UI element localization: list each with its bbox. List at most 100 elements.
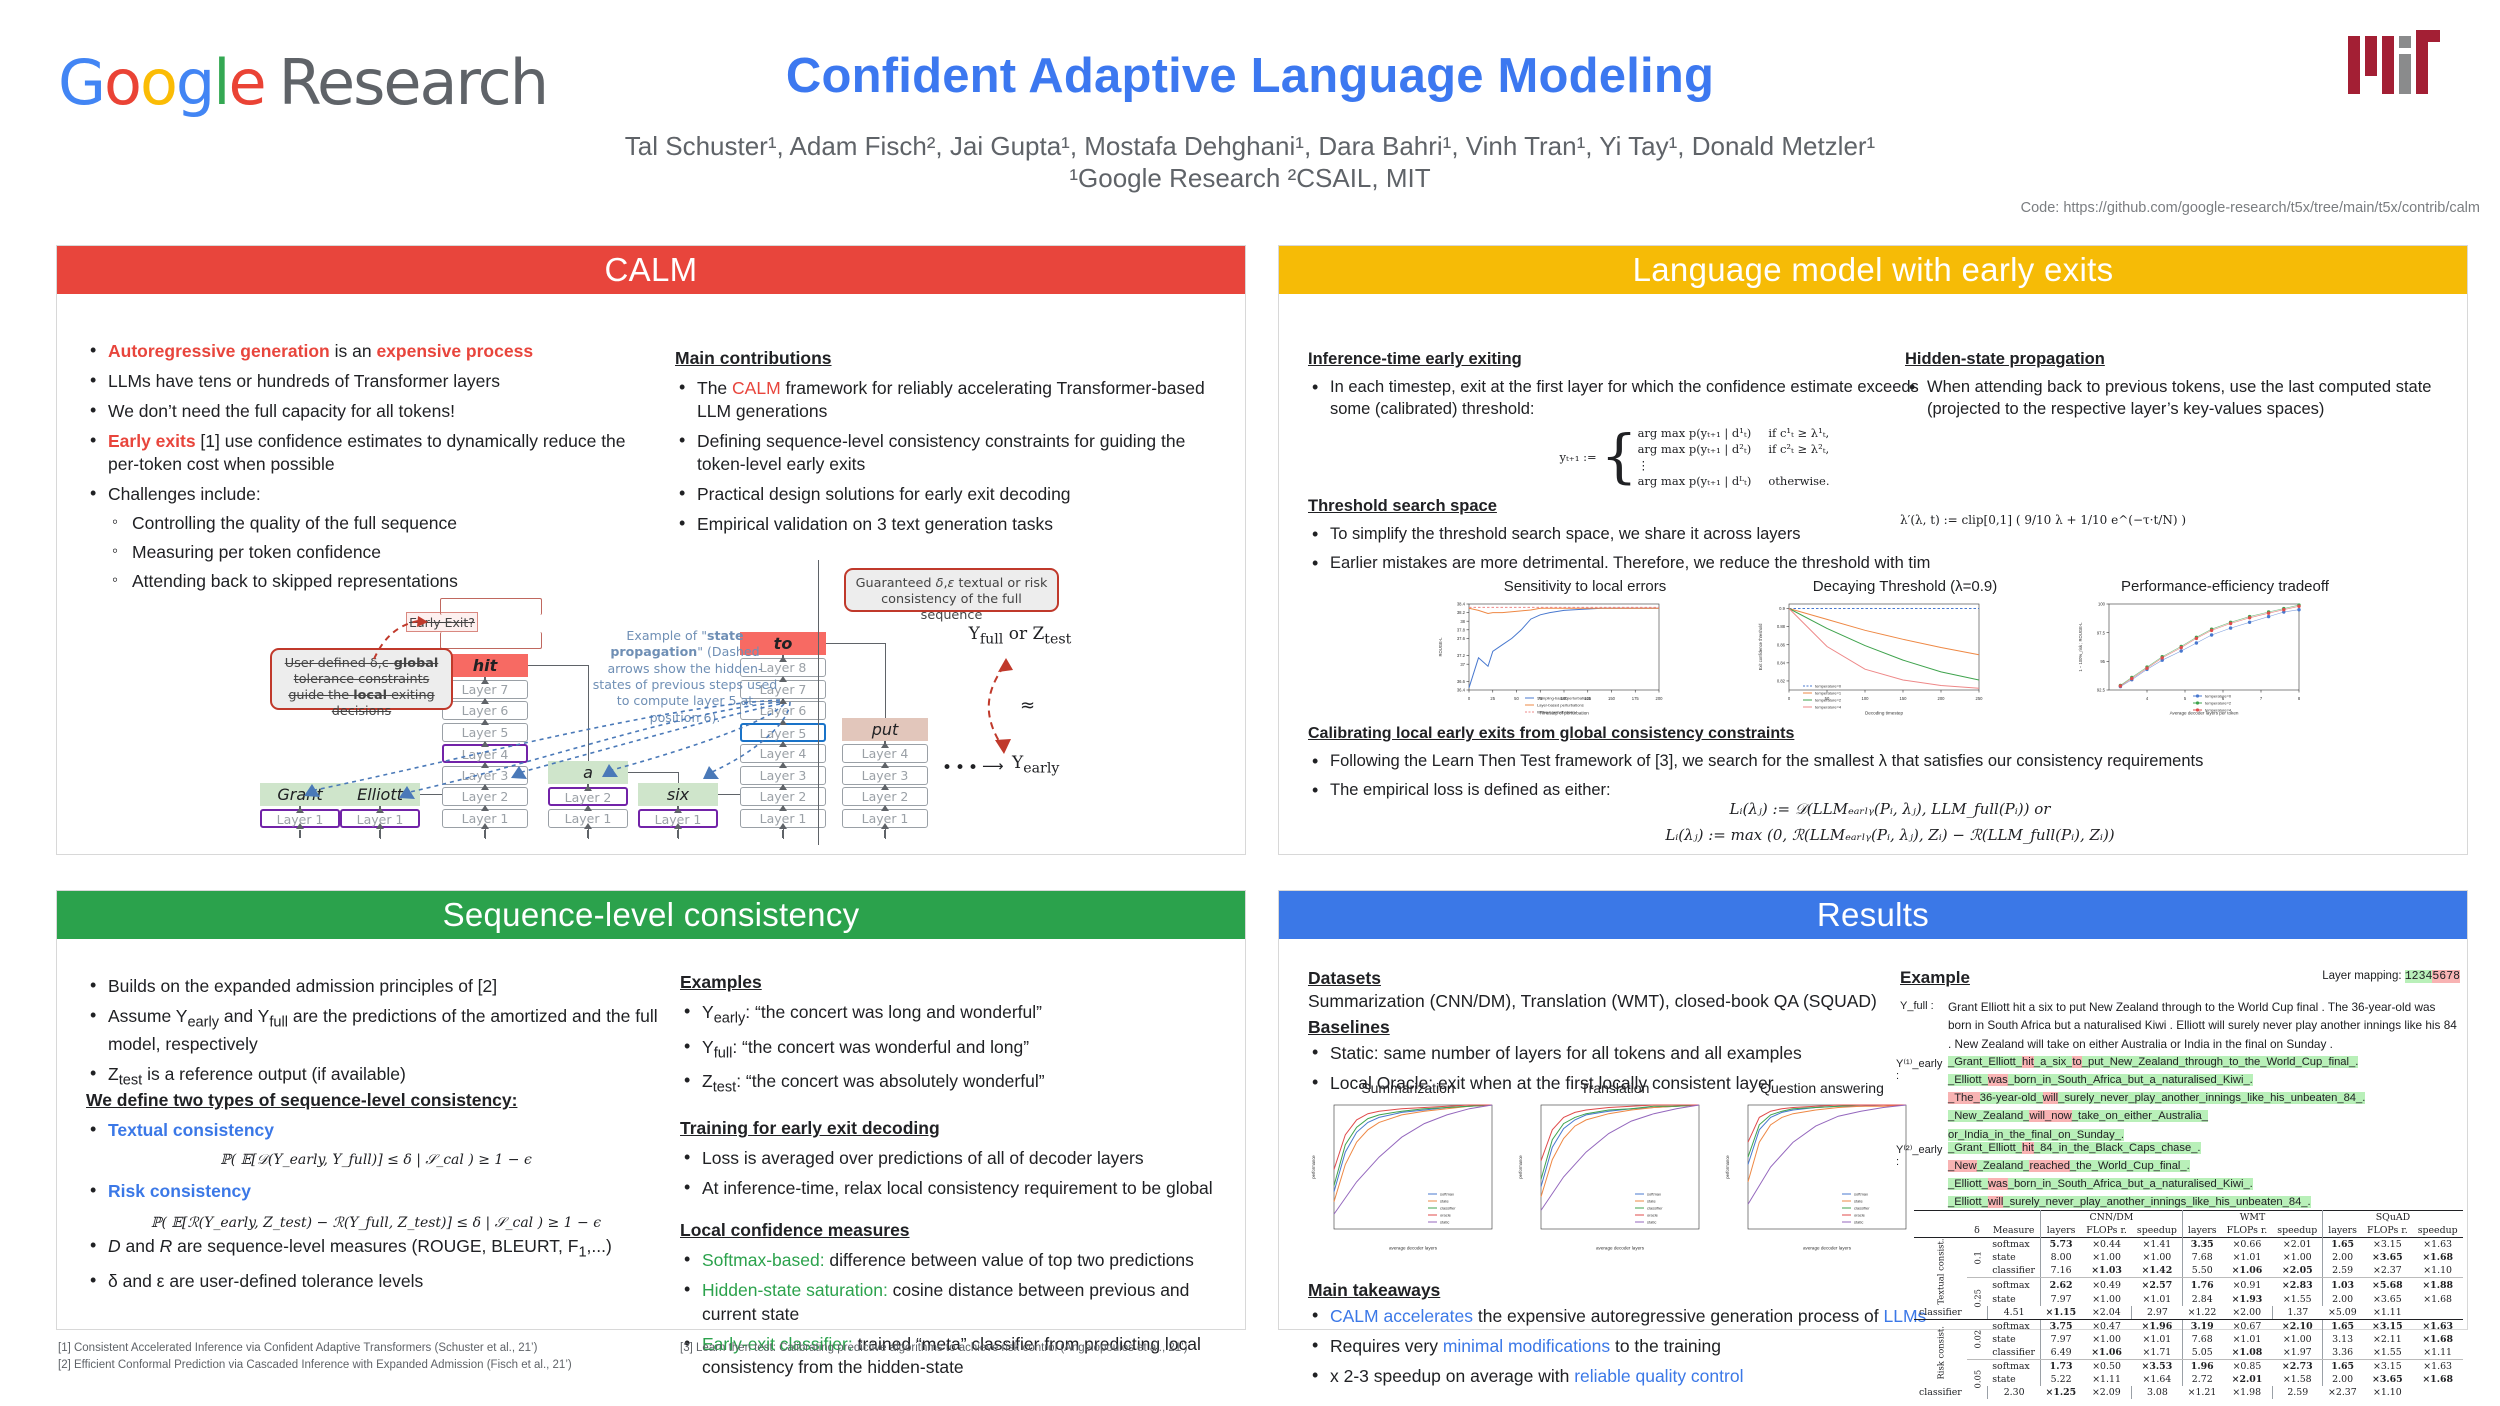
table-measure: classifier <box>1919 1307 1962 1319</box>
inference-heading: Inference-time early exiting <box>1308 350 1522 368</box>
svg-text:37.6: 37.6 <box>1457 636 1466 641</box>
table-row-group-label: Risk consist. <box>1935 1325 1946 1380</box>
table-row: classifier 4.51 ×1.15 ×2.04 2.97 ×1.22 ×2.00 1.… <box>1914 1306 2463 1320</box>
calm-sub-bullet: Controlling the quality of the full sequ… <box>108 511 656 535</box>
layer-box: Layer 2 <box>740 787 826 806</box>
loss-formula-2: Lᵢ(λⱼ) := max (0, ℛ(LLMₑₐᵣₗᵧ(Pᵢ, λⱼ), Zᵢ… <box>1665 826 2115 844</box>
token-box: hit <box>442 653 528 677</box>
examples-heading: Examples <box>680 972 762 992</box>
table-delta: 0.05 <box>1972 1369 1983 1389</box>
table-cell: ×1.42 <box>2141 1265 2173 1276</box>
callout-arrow <box>373 616 428 660</box>
table-col-header: speedup <box>2277 1225 2318 1236</box>
table-col-header: speedup <box>2136 1225 2177 1236</box>
table-cell: ×1.00 <box>2092 1294 2121 1306</box>
table-cell: ×3.65 <box>2371 1252 2403 1263</box>
lm-inference-section: Inference-time early exiting In each tim… <box>1308 350 1928 428</box>
chart-title: Performance-efficiency tradeoff <box>2121 578 2329 595</box>
table-cell: ×0.49 <box>2092 1280 2121 1292</box>
svg-text:0.88: 0.88 <box>1777 624 1786 629</box>
token-span: was <box>1987 1074 2008 1087</box>
panel-calm-title: CALM <box>57 246 1245 294</box>
table-measure: softmax <box>1992 1361 2030 1373</box>
table-cell: 8.00 <box>2040 1251 2082 1264</box>
table-row: classifier 7.16 ×1.03 ×1.42 5.50 ×1.06 ×2.05 2.… <box>1914 1264 2463 1277</box>
table-cell: ×3.15 <box>2371 1321 2403 1333</box>
svg-text:performance: performance <box>1311 1155 1316 1179</box>
table-cell: ×2.11 <box>2372 1334 2402 1346</box>
token-span: _Grant_Elliott_ <box>1948 1142 2023 1154</box>
takeaway-bullet: Requires very minimal modifications to t… <box>1308 1334 1928 1358</box>
table-cell: 7.68 <box>2181 1251 2222 1264</box>
seq-bullet: Assume Yearly and Yfull are the predicti… <box>86 1004 666 1056</box>
svg-text:0.84: 0.84 <box>1777 660 1786 665</box>
results-takeaways: Main takeaways CALM accelerates the expe… <box>1308 1280 1928 1395</box>
page-title: Confident Adaptive Language Modeling <box>785 49 1715 103</box>
token-span: was <box>1987 1178 2008 1191</box>
table-row: 0.25 softmax 2.62 ×0.49 ×2.57 1.76 ×0.91 ×2.83 1… <box>1914 1277 2463 1307</box>
token-span: _New_Zealand_ <box>1948 1110 2030 1123</box>
table-cell: 1.73 <box>2040 1359 2082 1374</box>
lm-charts-row: Sensitivity to local errors 0 25 50 75 100 12… <box>1435 578 2435 718</box>
svg-text:oracle: oracle <box>1647 1213 1659 1218</box>
table-cell: ×0.85 <box>2232 1361 2262 1373</box>
table-row: classifier 2.30 ×1.25 ×2.09 3.08 ×1.21 ×1.98 2.… <box>1914 1386 2463 1400</box>
table-cell: 2.62 <box>2040 1277 2082 1294</box>
table-cell: ×0.47 <box>2092 1321 2121 1333</box>
table-cell: 7.97 <box>2040 1333 2082 1347</box>
table-cell: 2.59 <box>2271 1386 2323 1400</box>
table-cell: 5.22 <box>2040 1373 2082 1387</box>
lm-calibration-section: Calibrating local early exits from globa… <box>1308 725 2458 809</box>
panel-seq-title: Sequence-level consistency <box>57 891 1245 939</box>
contribution-bullet: Empirical validation on 3 text generatio… <box>675 512 1220 536</box>
table-cell: ×2.01 <box>2282 1239 2312 1250</box>
table-col-header: layers <box>2040 1224 2082 1238</box>
table-cell: ×1.00 <box>2142 1252 2172 1263</box>
table-delta: 0.25 <box>1972 1288 1983 1308</box>
table-cell: ×3.15 <box>2372 1361 2402 1373</box>
table-cell: 2.00 <box>2322 1251 2362 1264</box>
svg-text:37.2: 37.2 <box>1457 653 1466 658</box>
code-url: Code: https://github.com/google-research… <box>2020 200 2480 216</box>
svg-text:temperature=4: temperature=4 <box>1815 705 1842 710</box>
table-measure: state <box>1992 1294 2016 1306</box>
token-line: _Elliott_was_born_in_South_Africa_but_a_… <box>1948 1175 2460 1193</box>
table-cell: ×5.09 <box>2328 1307 2357 1319</box>
table-cell: 2.59 <box>2322 1264 2362 1277</box>
chart-0: Sensitivity to local errors 0 25 50 75 100 12… <box>1435 578 1735 721</box>
y-full-text: Grant Elliott hit a six to put New Zeala… <box>1948 1000 2457 1051</box>
svg-text:state: state <box>1647 1199 1656 1204</box>
table-cell: ×1.22 <box>2187 1307 2217 1319</box>
table-measure: state <box>1992 1252 2016 1263</box>
svg-text:softmax: softmax <box>1440 1192 1454 1197</box>
threshold-bullet: To simplify the threshold search space, … <box>1308 523 2458 546</box>
svg-text:175: 175 <box>1632 696 1640 701</box>
token-span: _The_ <box>1948 1092 1980 1105</box>
chart-title: Summarization <box>1361 1080 1455 1096</box>
table-row: state 8.00 ×1.00 ×1.00 7.68 ×1.01 ×1.00 2.00 ×3.… <box>1914 1251 2463 1264</box>
loss-formula-1: Lᵢ(λⱼ) := 𝒟(LLMₑₐᵣₗᵧ(Pᵢ, λⱼ), LLM_full(P… <box>1729 800 2051 818</box>
formula-lhs: yₜ₊₁ := <box>1559 450 1597 464</box>
svg-text:performance: performance <box>1725 1155 1730 1179</box>
seq-tail-bullet: D and R are sequence-level measures (ROU… <box>86 1234 666 1263</box>
token-span: will <box>1987 1196 2004 1209</box>
reference-3: [3] Learn then test: Calibrating predict… <box>680 1342 1188 1354</box>
table-cell: ×1.63 <box>2423 1361 2453 1373</box>
metrics-table: CNN/DM WMT SQuAD δ Measure layers FLOPs r. spee… <box>1914 1210 2463 1400</box>
table-cell: 5.73 <box>2040 1237 2082 1251</box>
token-span: reached <box>2029 1160 2070 1173</box>
y-early-2-label: Y⁽²⁾_early : <box>1896 1144 1943 1168</box>
svg-text:37.8: 37.8 <box>1457 627 1466 632</box>
table-cell: 2.00 <box>2322 1373 2362 1387</box>
chart-svg: softmax state classifier oracle static averag… <box>1518 1104 1700 1251</box>
token-span: _born_in_South_Africa_but_a_naturalised_… <box>2007 1074 2253 1087</box>
baselines-heading: Baselines <box>1308 1017 1390 1037</box>
table-cell: ×1.55 <box>2372 1347 2402 1359</box>
svg-text:temperature=0: temperature=0 <box>1815 684 1842 689</box>
table-cell: 3.35 <box>2181 1237 2222 1251</box>
calm-contributions: Main contributions The CALM framework fo… <box>675 348 1220 544</box>
token-span: _Elliott_ <box>1948 1196 1988 1209</box>
table-cell: ×0.66 <box>2232 1239 2262 1250</box>
table-cell: 1.37 <box>2271 1306 2323 1320</box>
table-cell: ×0.91 <box>2232 1280 2262 1292</box>
